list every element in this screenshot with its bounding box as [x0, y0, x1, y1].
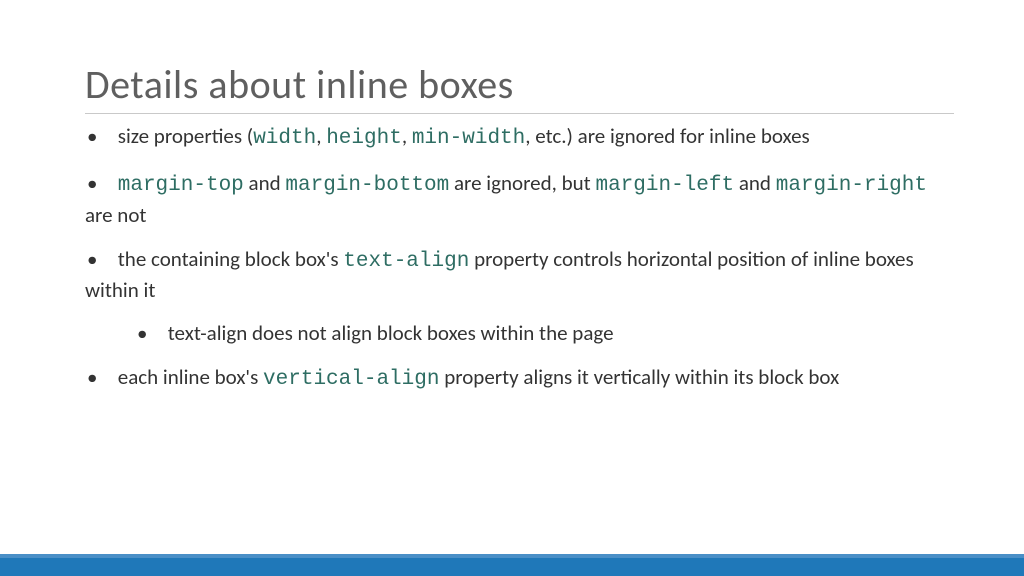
- text: are ignored, but: [449, 170, 595, 196]
- code-margin-left: margin-left: [595, 174, 734, 197]
- bullet-item-3: the containing block box's text-align pr…: [85, 245, 954, 347]
- bullet-item-4: each inline box's vertical-align propert…: [85, 363, 954, 394]
- text: and: [734, 170, 776, 196]
- text: ,: [402, 123, 412, 149]
- footer-accent-main: [0, 558, 1024, 576]
- text: each inline box's: [118, 364, 263, 390]
- bullet-item-1: size properties (width, height, min-widt…: [85, 122, 954, 153]
- code-width: width: [253, 127, 316, 150]
- text: size properties (: [118, 123, 253, 149]
- code-height: height: [326, 127, 402, 150]
- code-margin-top: margin-top: [118, 174, 244, 197]
- text: , etc.) are ignored for inline boxes: [525, 123, 810, 149]
- code-vertical-align: vertical-align: [263, 368, 439, 391]
- text: and: [244, 170, 286, 196]
- sub-bullet-list: text-align does not align block boxes wi…: [137, 319, 954, 347]
- bullet-item-2: margin-top and margin-bottom are ignored…: [85, 169, 954, 229]
- bullet-list: size properties (width, height, min-widt…: [85, 122, 954, 394]
- footer-accent-bar: [0, 554, 1024, 576]
- text: property aligns it vertically within its…: [439, 364, 839, 390]
- code-text-align: text-align: [343, 250, 469, 273]
- slide: Details about inline boxes size properti…: [0, 0, 1024, 394]
- code-min-width: min-width: [412, 127, 525, 150]
- slide-title: Details about inline boxes: [85, 60, 954, 114]
- text: are not: [85, 202, 146, 228]
- text: ,: [316, 123, 326, 149]
- code-margin-bottom: margin-bottom: [285, 174, 449, 197]
- text: the containing block box's: [118, 246, 344, 272]
- text: text-align does not align block boxes wi…: [168, 320, 614, 346]
- code-margin-right: margin-right: [776, 174, 927, 197]
- sub-bullet-item-1: text-align does not align block boxes wi…: [137, 319, 954, 347]
